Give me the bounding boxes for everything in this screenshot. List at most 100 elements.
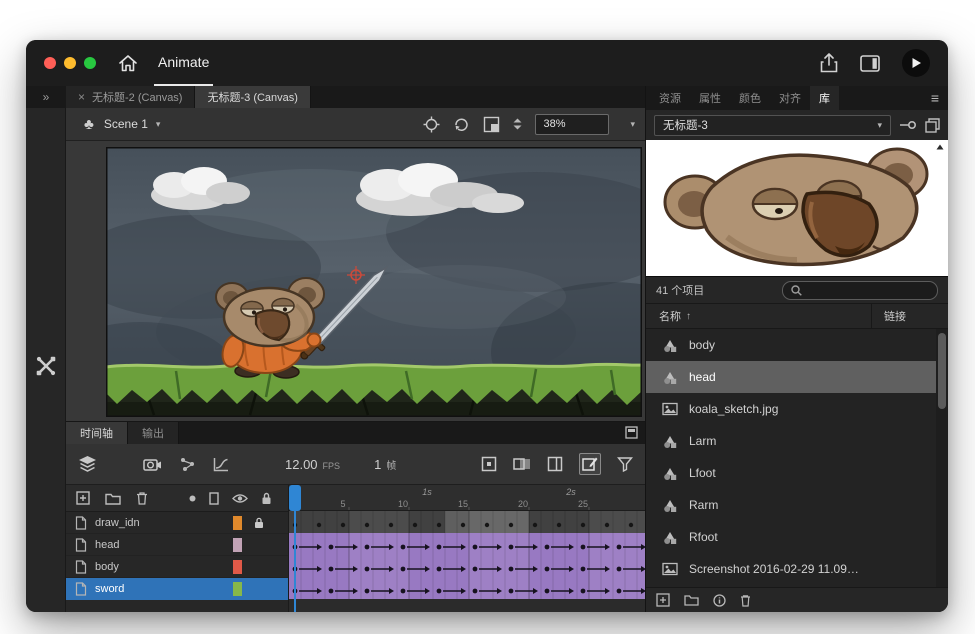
camera-icon[interactable]: [143, 457, 162, 472]
graph-editor-icon[interactable]: [213, 457, 229, 472]
frame-row-sword[interactable]: [289, 577, 645, 599]
library-item[interactable]: Lfoot: [646, 457, 948, 489]
fps-control[interactable]: 12.00 FPS: [285, 457, 340, 472]
add-layer-icon[interactable]: [76, 491, 90, 505]
layer-parenting-icon[interactable]: [180, 457, 195, 472]
zoom-window-button[interactable]: [84, 57, 96, 69]
library-scrollbar-thumb[interactable]: [938, 333, 946, 409]
app-title-tab[interactable]: Animate: [154, 40, 213, 86]
delete-layer-icon[interactable]: [136, 491, 148, 505]
library-item-name[interactable]: koala_sketch.jpg: [689, 402, 778, 416]
doc-tab-untitled-2[interactable]: × 无标题-2 (Canvas): [66, 86, 195, 108]
highlight-layers-icon[interactable]: [189, 495, 196, 502]
home-icon[interactable]: [118, 54, 138, 73]
current-frame-control[interactable]: 1 帧: [374, 457, 396, 472]
library-item[interactable]: head: [646, 361, 948, 393]
layer-outline-color-swatch[interactable]: [233, 516, 242, 530]
test-movie-button[interactable]: [902, 49, 930, 77]
layer-row-head[interactable]: head: [66, 534, 288, 556]
current-frame-value[interactable]: 1: [374, 457, 381, 472]
frame-row-body[interactable]: [289, 555, 645, 577]
panel-options-icon[interactable]: [625, 426, 638, 439]
stage-pasteboard[interactable]: [66, 141, 645, 421]
layer-row-draw_idn[interactable]: draw_idn: [66, 512, 288, 534]
library-item-name[interactable]: Screenshot 2016-02-29 11.09…: [689, 562, 859, 576]
layer-outline-color-swatch[interactable]: [233, 560, 242, 574]
library-item[interactable]: Rfoot: [646, 521, 948, 553]
tab-color[interactable]: 颜色: [730, 86, 770, 110]
library-item-name[interactable]: body: [689, 338, 715, 352]
tab-output[interactable]: 输出: [128, 422, 179, 444]
timeline-frames[interactable]: 1s2s510152025: [289, 485, 645, 612]
library-search-input[interactable]: [782, 281, 938, 300]
library-item[interactable]: Larm: [646, 425, 948, 457]
doc-tab-untitled-3[interactable]: 无标题-3 (Canvas): [195, 86, 310, 108]
lock-layers-icon[interactable]: [261, 492, 272, 505]
layer-row-body[interactable]: body: [66, 556, 288, 578]
column-name[interactable]: 名称 ↑: [646, 308, 872, 324]
delete-item-icon[interactable]: [740, 594, 751, 607]
tab-library[interactable]: 库: [810, 86, 839, 110]
layer-outline-color-swatch[interactable]: [233, 582, 242, 596]
column-linkage[interactable]: 链接: [872, 308, 948, 324]
scene-name[interactable]: Scene 1: [104, 117, 148, 131]
layer-outline-color-swatch[interactable]: [233, 538, 242, 552]
workspace-icon[interactable]: [860, 55, 880, 72]
library-item[interactable]: Screenshot 2016-02-29 11.09…: [646, 553, 948, 585]
item-properties-icon[interactable]: [713, 594, 726, 607]
frame-row-draw_idn[interactable]: [289, 511, 645, 533]
library-item-name[interactable]: Lfoot: [689, 466, 716, 480]
library-item-name[interactable]: head: [689, 370, 716, 384]
chevron-down-icon[interactable]: ▾: [156, 119, 161, 130]
library-item-name[interactable]: Rfoot: [689, 530, 718, 544]
close-window-button[interactable]: [44, 57, 56, 69]
tab-timeline[interactable]: 时间轴: [66, 422, 128, 444]
tab-assets[interactable]: 资源: [650, 86, 690, 110]
layer-lock-slot[interactable]: [250, 517, 268, 529]
layers-icon[interactable]: [78, 455, 97, 473]
edit-scene-icon[interactable]: ♣: [84, 116, 94, 133]
library-pin-icon[interactable]: [900, 120, 916, 130]
layer-name[interactable]: head: [95, 539, 225, 551]
library-scrollbar[interactable]: [936, 329, 948, 587]
panel-menu-icon[interactable]: ≡: [931, 86, 939, 110]
zoom-dropdown[interactable]: 38%: [535, 114, 609, 135]
edit-multiple-frames-icon[interactable]: [579, 453, 601, 475]
new-library-panel-icon[interactable]: [925, 118, 940, 133]
layer-name[interactable]: draw_idn: [95, 517, 225, 529]
zoom-stepper-icon[interactable]: [513, 118, 522, 130]
layer-row-sword[interactable]: sword: [66, 578, 288, 600]
outline-layers-icon[interactable]: [209, 492, 219, 505]
layer-name[interactable]: body: [95, 561, 225, 573]
split-frame-view-icon[interactable]: [547, 456, 563, 472]
library-item[interactable]: koala_sketch.jpg: [646, 393, 948, 425]
close-icon[interactable]: ×: [78, 91, 85, 103]
library-item[interactable]: body: [646, 329, 948, 361]
library-document-dropdown[interactable]: 无标题-3 ▾: [654, 115, 891, 136]
new-folder-icon[interactable]: [684, 594, 699, 606]
playhead-handle[interactable]: [289, 485, 301, 511]
center-stage-icon[interactable]: [423, 116, 440, 133]
frame-row-head[interactable]: [289, 533, 645, 555]
stage-canvas[interactable]: [106, 147, 642, 417]
minimize-window-button[interactable]: [64, 57, 76, 69]
fps-value[interactable]: 12.00: [285, 457, 318, 472]
clip-content-icon[interactable]: [483, 116, 500, 133]
add-folder-icon[interactable]: [105, 492, 121, 505]
tab-overflow-chevron[interactable]: »: [26, 86, 66, 108]
library-item-name[interactable]: Larm: [689, 434, 716, 448]
library-item-name[interactable]: Rarm: [689, 498, 718, 512]
share-icon[interactable]: [820, 53, 838, 73]
customize-tools-icon[interactable]: [35, 120, 57, 612]
layer-name[interactable]: sword: [95, 583, 225, 595]
rotate-stage-icon[interactable]: [453, 116, 470, 133]
tab-properties[interactable]: 属性: [690, 86, 730, 110]
center-playhead-icon[interactable]: [481, 456, 497, 472]
chevron-down-icon[interactable]: ▾: [630, 119, 635, 130]
new-symbol-icon[interactable]: [656, 593, 670, 607]
library-item[interactable]: Rarm: [646, 489, 948, 521]
frame-filter-icon[interactable]: [617, 456, 633, 472]
onion-skin-icon[interactable]: [513, 456, 531, 472]
tab-align[interactable]: 对齐: [770, 86, 810, 110]
preview-scroll-arrow-icon[interactable]: [936, 144, 944, 150]
